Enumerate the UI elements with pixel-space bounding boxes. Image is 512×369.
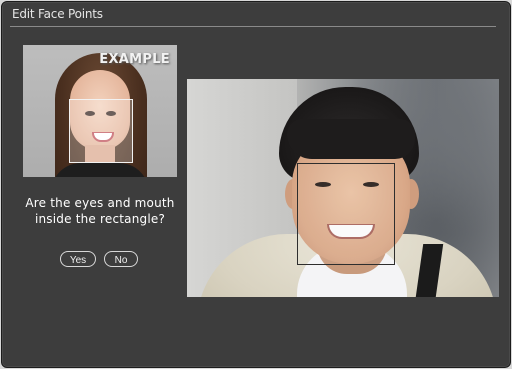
question-text: Are the eyes and mouth inside the rectan… (25, 196, 175, 226)
example-face-rectangle (69, 99, 133, 163)
example-photo: EXAMPLE (23, 45, 177, 177)
no-button[interactable]: No (104, 251, 138, 267)
yes-button[interactable]: Yes (60, 251, 96, 267)
title-divider (10, 26, 496, 27)
dialog-title: Edit Face Points (12, 7, 103, 21)
subject-photo (187, 79, 499, 297)
edit-face-points-dialog: Edit Face Points EXAMPLE Are the eyes an… (1, 1, 511, 368)
example-label: EXAMPLE (99, 52, 170, 67)
face-detection-rectangle[interactable] (297, 163, 395, 265)
subject-fringe (287, 119, 415, 159)
